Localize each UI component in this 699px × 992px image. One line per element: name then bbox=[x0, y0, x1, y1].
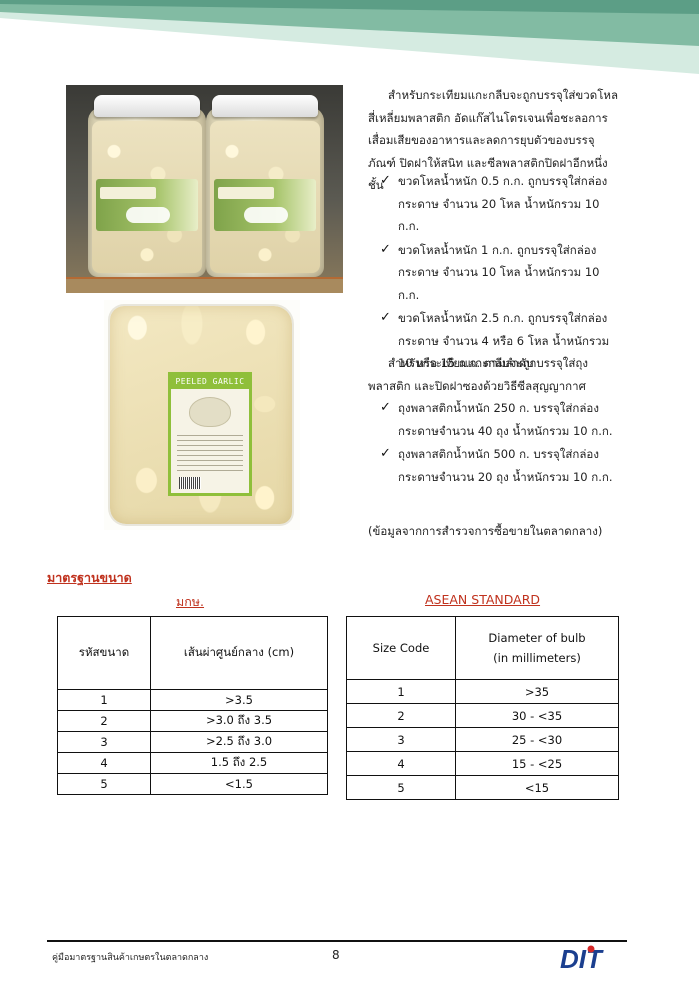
check-icon: ✓ bbox=[380, 173, 391, 188]
table-header: เส้นผ่าศูนย์กลาง (cm) bbox=[150, 616, 328, 690]
garlic-jar bbox=[88, 95, 206, 277]
barcode-icon bbox=[179, 477, 201, 489]
table-row: 1 >3.5 bbox=[57, 689, 328, 711]
logo-dot bbox=[587, 945, 595, 953]
footer-text: คู่มือมาตรฐานสินค้าเกษตรในตลาดกลาง bbox=[52, 953, 209, 963]
garlic-jar bbox=[206, 95, 324, 277]
list-item: ✓ ถุงพลาสติกน้ำหนัก 250 ก. บรรจุใส่กล่องก… bbox=[368, 397, 621, 442]
table-row: 5 <1.5 bbox=[57, 773, 328, 795]
check-icon: ✓ bbox=[380, 400, 391, 415]
table-row: 1 >35 bbox=[346, 679, 619, 704]
logo-text: DIT bbox=[560, 944, 604, 973]
garlic-icon bbox=[189, 397, 231, 427]
table-row: 2 30 - <35 bbox=[346, 703, 619, 728]
table-row: 3 >2.5 ถึง 3.0 bbox=[57, 731, 328, 753]
garlic-bag: PEELED GARLIC bbox=[110, 306, 292, 524]
jar-options-list: ✓ ขวดโหลน้ำหนัก 0.5 ก.ก. ถูกบรรจุใส่กล่อง… bbox=[368, 170, 621, 375]
table-asean-title: ASEAN STANDARD bbox=[425, 592, 541, 607]
table-asean: Size Code Diameter of bulb (in millimeter… bbox=[346, 616, 619, 800]
garlic-bag-photo: PEELED GARLIC bbox=[104, 300, 300, 530]
check-icon: ✓ bbox=[380, 241, 391, 257]
check-icon: ✓ bbox=[380, 310, 391, 325]
table-header: Size Code bbox=[346, 616, 456, 680]
table-mokor-title: มกษ. bbox=[176, 594, 205, 609]
table-row: 3 25 - <30 bbox=[346, 727, 619, 752]
bag-paragraph: สำหรับกระเทียมแกะกลีบจะถูกบรรจุใส่ถุงพลา… bbox=[368, 356, 588, 393]
table-header: รหัสขนาด bbox=[57, 616, 151, 690]
table-header: Diameter of bulb (in millimeters) bbox=[455, 616, 619, 680]
header-banner bbox=[0, 0, 699, 74]
list-item: ✓ ขวดโหลน้ำหนัก 0.5 ก.ก. ถูกบรรจุใส่กล่อง… bbox=[368, 170, 621, 238]
garlic-jars-photo bbox=[66, 85, 343, 293]
bag-label: PEELED GARLIC bbox=[168, 372, 252, 496]
section-heading: มาตรฐานขนาด bbox=[47, 570, 132, 585]
source-note: (ข้อมูลจากการสำรวจการซื้อขายในตลาดกลาง) bbox=[368, 524, 603, 538]
list-item: ✓ ขวดโหลน้ำหนัก 1 ก.ก. ถูกบรรจุใส่กล่องกร… bbox=[368, 239, 621, 307]
page-number: 8 bbox=[332, 948, 340, 962]
list-item: ✓ ถุงพลาสติกน้ำหนัก 500 ก. บรรจุใส่กล่องก… bbox=[368, 443, 621, 488]
table-row: 4 1.5 ถึง 2.5 bbox=[57, 752, 328, 774]
table-row: 5 <15 bbox=[346, 775, 619, 800]
check-icon: ✓ bbox=[380, 446, 391, 461]
bag-options-list: ✓ ถุงพลาสติกน้ำหนัก 250 ก. บรรจุใส่กล่องก… bbox=[368, 397, 621, 488]
table-row: 2 >3.0 ถึง 3.5 bbox=[57, 710, 328, 732]
table-mokor: รหัสขนาด เส้นผ่าศูนย์กลาง (cm) 1 >3.5 2 >3… bbox=[57, 616, 328, 795]
table-row: 4 15 - <25 bbox=[346, 751, 619, 776]
dit-logo-icon: DIT bbox=[560, 944, 604, 973]
bag-label-text: PEELED GARLIC bbox=[175, 377, 245, 386]
footer-divider bbox=[47, 940, 627, 942]
